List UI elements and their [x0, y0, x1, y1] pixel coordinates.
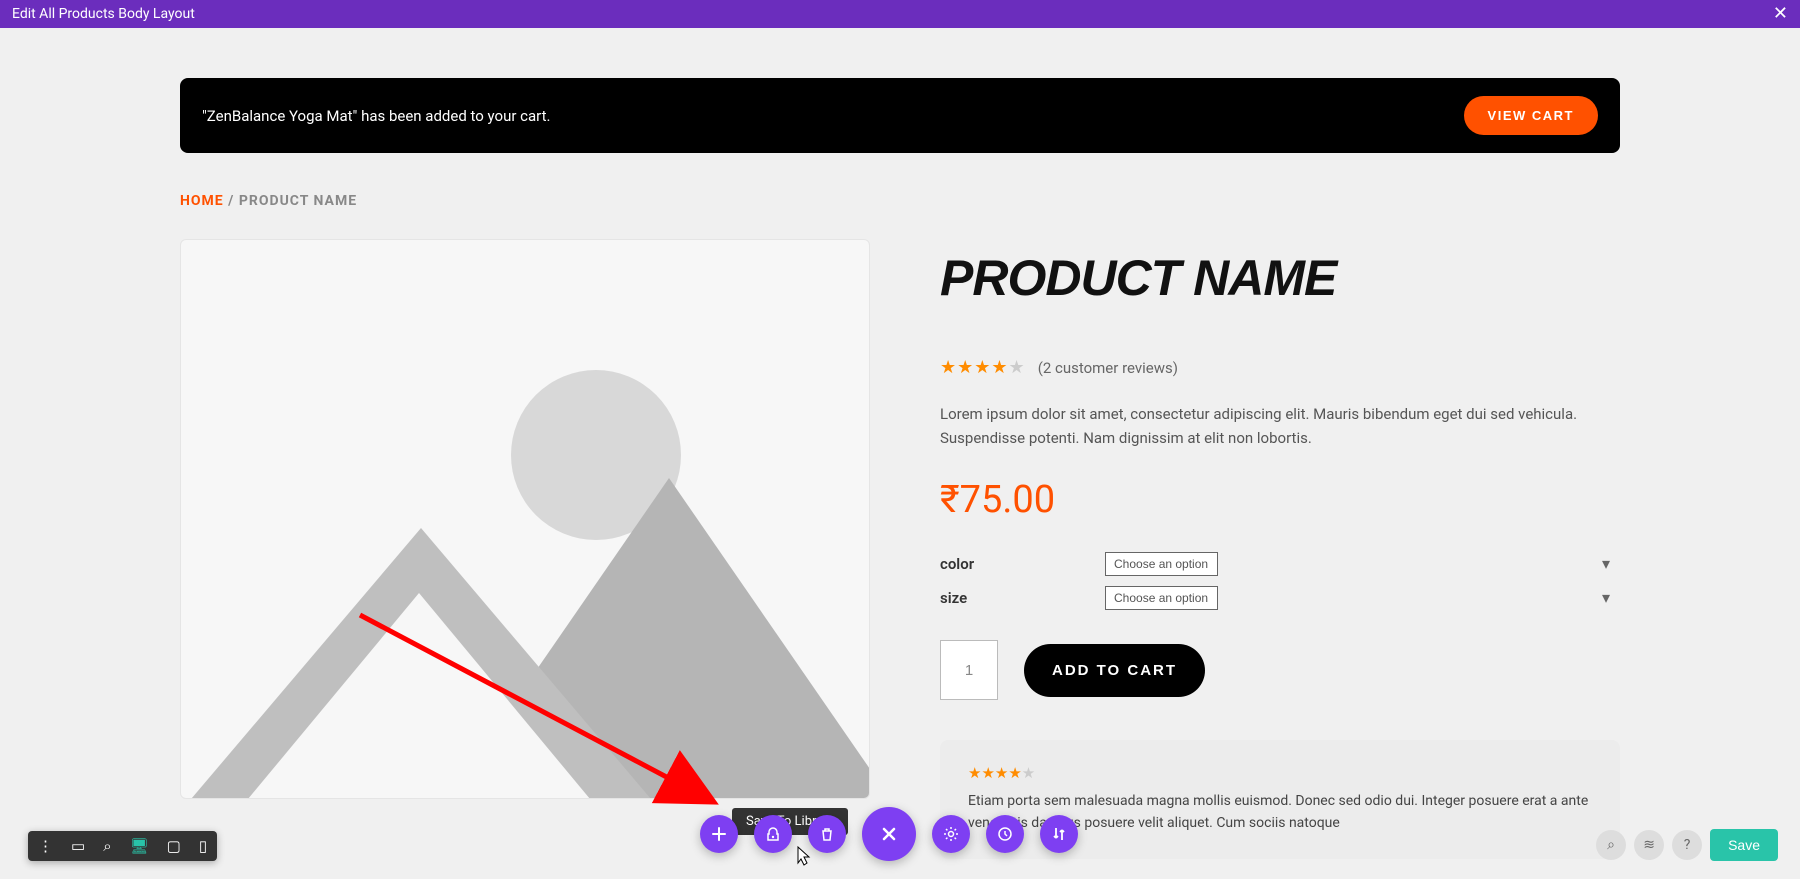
cart-notice: "ZenBalance Yoga Mat" has been added to … — [180, 78, 1620, 153]
bottom-left-toolbar: ⋮ ▭ ⌕ 🖥 ▢ ▯ — [28, 831, 217, 861]
search-settings-icon[interactable]: ⌕ — [1596, 830, 1626, 860]
add-to-cart-row: ADD TO CART — [940, 640, 1620, 700]
swap-button[interactable] — [1040, 815, 1078, 853]
add-module-button[interactable] — [700, 815, 738, 853]
tablet-icon[interactable]: ▢ — [167, 837, 181, 855]
history-button[interactable] — [986, 815, 1024, 853]
variation-size-label: size — [940, 589, 1105, 607]
wireframe-icon[interactable]: ▭ — [71, 837, 85, 855]
help-icon[interactable]: ? — [1672, 830, 1702, 860]
breadcrumb-current: PRODUCT NAME — [239, 193, 357, 209]
phone-icon[interactable]: ▯ — [199, 837, 207, 855]
product-title: PRODUCT NAME — [940, 249, 1620, 307]
quantity-input[interactable] — [940, 640, 998, 700]
close-builder-button[interactable] — [862, 807, 916, 861]
close-icon[interactable]: ✕ — [1773, 5, 1788, 23]
variation-color-label: color — [940, 555, 1105, 573]
product-description: Lorem ipsum dolor sit amet, consectetur … — [940, 402, 1620, 450]
settings-button[interactable] — [932, 815, 970, 853]
product-row: PRODUCT NAME ★★★★★ (2 customer reviews) … — [180, 239, 1620, 859]
product-info: PRODUCT NAME ★★★★★ (2 customer reviews) … — [940, 239, 1620, 859]
product-image-placeholder[interactable] — [180, 239, 870, 799]
reviews-count[interactable]: (2 customer reviews) — [1038, 359, 1178, 377]
save-to-library-button[interactable] — [754, 815, 792, 853]
variation-size-select[interactable]: Choose an option — [1105, 586, 1218, 610]
breadcrumb-home[interactable]: HOME — [180, 193, 224, 209]
notice-message: "ZenBalance Yoga Mat" has been added to … — [202, 107, 550, 125]
layers-icon[interactable]: ≋ — [1634, 830, 1664, 860]
view-cart-button[interactable]: VIEW CART — [1464, 96, 1598, 135]
content-area: "ZenBalance Yoga Mat" has been added to … — [0, 28, 1800, 859]
bottom-right-actions: ⌕ ≋ ? Save — [1596, 829, 1778, 861]
editor-top-bar: Edit All Products Body Layout ✕ — [0, 0, 1800, 28]
review-stars: ★★★★★ — [968, 764, 1592, 782]
variation-color-select[interactable]: Choose an option — [1105, 552, 1218, 576]
zoom-icon[interactable]: ⌕ — [103, 837, 111, 855]
save-button[interactable]: Save — [1710, 829, 1778, 861]
add-to-cart-button[interactable]: ADD TO CART — [1024, 644, 1205, 697]
variation-color-row: color Choose an option — [940, 552, 1620, 576]
placeholder-inner — [199, 593, 639, 799]
rating-row: ★★★★★ (2 customer reviews) — [940, 357, 1620, 378]
breadcrumb-sep: / — [224, 193, 239, 209]
star-rating: ★★★★★ — [940, 357, 1026, 378]
delete-button[interactable] — [808, 815, 846, 853]
builder-fab-row — [700, 807, 1078, 861]
variation-size-row: size Choose an option — [940, 586, 1620, 610]
product-price: ₹75.00 — [940, 478, 1620, 522]
editor-title: Edit All Products Body Layout — [12, 6, 195, 22]
menu-dots-icon[interactable]: ⋮ — [38, 837, 53, 855]
breadcrumb: HOME / PRODUCT NAME — [180, 193, 1620, 209]
desktop-icon[interactable]: 🖥 — [130, 837, 149, 855]
